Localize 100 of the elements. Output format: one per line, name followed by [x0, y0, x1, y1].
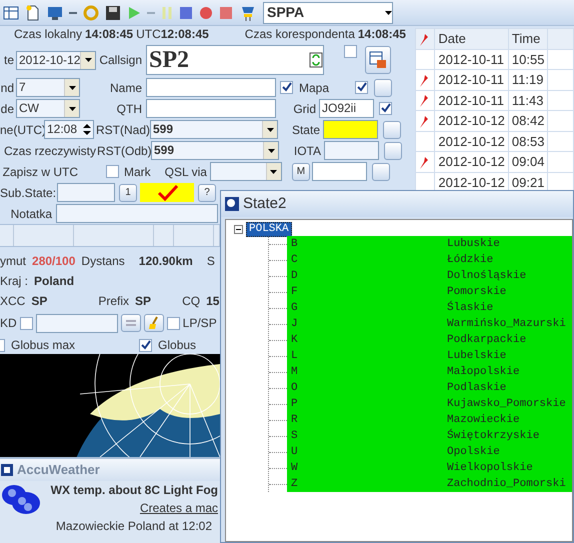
- table-cell: 2012-10-12: [434, 152, 508, 172]
- date-combo[interactable]: 2012-10-12: [16, 50, 96, 70]
- caret-icon: [385, 10, 392, 14]
- profile-combo[interactable]: SPPA: [263, 2, 393, 24]
- tree-item[interactable]: K Podkarpackie: [287, 332, 572, 348]
- checkbox[interactable]: [106, 165, 119, 178]
- tree-item[interactable]: C Łódzkie: [287, 252, 572, 268]
- clock-time: 12:08:45: [160, 26, 209, 43]
- tree-item[interactable]: G Ślaskie: [287, 300, 572, 316]
- more-button[interactable]: [372, 162, 390, 180]
- help-button[interactable]: ?: [198, 184, 216, 202]
- checkbox[interactable]: [344, 45, 357, 58]
- field-label: Prefix: [98, 293, 130, 310]
- field-label: te: [2, 52, 14, 69]
- field-label: XCC: [0, 293, 26, 310]
- mode-combo[interactable]: CW: [16, 99, 80, 118]
- field-label: ymut: [0, 253, 26, 270]
- checkbox[interactable]: [139, 338, 152, 352]
- tree-item[interactable]: J Warmińsko_Mazurski: [287, 316, 572, 332]
- field-label: Dystans: [81, 253, 125, 270]
- caret-icon: [68, 106, 76, 110]
- tree-item[interactable]: M Małopolskie: [287, 364, 572, 380]
- tree-item[interactable]: R Mazowieckie: [287, 412, 572, 428]
- sync-icon[interactable]: [309, 52, 323, 68]
- window-title: State2: [243, 194, 286, 214]
- field-label: Globus max: [11, 337, 76, 354]
- rst-received-combo[interactable]: 599: [151, 141, 279, 160]
- tree-item[interactable]: P Kujawsko_Pomorskie: [287, 396, 572, 412]
- tree-item[interactable]: Z Zachodnio_Pomorski: [287, 476, 572, 492]
- app-icon: [224, 196, 240, 212]
- rst-sent-combo[interactable]: 599: [150, 120, 278, 139]
- table-cell: 11:43: [508, 90, 548, 110]
- tree-item[interactable]: POLSKA: [246, 222, 292, 237]
- clock-time: 14:08:45: [85, 26, 134, 43]
- pin-icon: [419, 156, 429, 170]
- table-icon[interactable]: [3, 4, 19, 20]
- checkbox[interactable]: [379, 102, 392, 115]
- callsign-field[interactable]: SP2: [146, 45, 324, 75]
- table-cell: 08:42: [508, 110, 548, 131]
- link[interactable]: Creates a mac: [140, 499, 218, 517]
- save-log-button[interactable]: [365, 46, 391, 74]
- qsl-via-combo[interactable]: [210, 162, 282, 181]
- field-label: State: [290, 122, 320, 138]
- monitor-icon[interactable]: [47, 4, 63, 20]
- field-label: Mapa: [299, 80, 330, 96]
- tree-item[interactable]: O Podlaskie: [287, 380, 572, 396]
- note-field[interactable]: [56, 204, 218, 223]
- text-field[interactable]: [312, 162, 367, 181]
- column-header[interactable]: Time: [508, 28, 548, 49]
- caret-icon: [270, 170, 278, 174]
- column-header[interactable]: Date: [434, 28, 508, 49]
- text-field[interactable]: [36, 314, 118, 332]
- table-cell: 2012-10-11: [434, 49, 508, 70]
- time-spinner[interactable]: 12:08: [44, 120, 94, 139]
- grid-field[interactable]: JO92ii: [319, 99, 374, 118]
- table-cell: 2012-10-12: [434, 131, 508, 152]
- tree-item[interactable]: F Pomorskie: [287, 284, 572, 300]
- save-icon[interactable]: [105, 4, 121, 20]
- weather-headline: WX temp. about 8C Light Fog: [50, 482, 218, 499]
- play-icon[interactable]: [127, 4, 141, 20]
- checkbox[interactable]: [20, 316, 33, 330]
- tree-item[interactable]: S Świętokrzyskie: [287, 428, 572, 444]
- checkbox[interactable]: [280, 81, 293, 94]
- m-button[interactable]: M: [292, 162, 310, 180]
- number-button[interactable]: 1: [119, 184, 137, 202]
- link-button[interactable]: [120, 314, 141, 332]
- distance-value: 120.90km: [138, 253, 193, 270]
- cq-value: 15: [206, 293, 220, 310]
- tree-item[interactable]: U Opolskie: [287, 444, 572, 460]
- field-label: LP/SP: [182, 315, 217, 332]
- tree-item[interactable]: D Dolnośląskie: [287, 268, 572, 284]
- tree-item[interactable]: W Wielkopolskie: [287, 460, 572, 476]
- refresh-icon[interactable]: [83, 4, 99, 20]
- more-button[interactable]: [374, 78, 392, 96]
- more-button[interactable]: [383, 120, 401, 138]
- checkbox[interactable]: [166, 316, 180, 330]
- more-button[interactable]: [384, 142, 402, 160]
- clear-button[interactable]: [144, 314, 164, 332]
- new-document-icon[interactable]: [25, 4, 41, 20]
- iota-field[interactable]: [324, 141, 379, 160]
- stop-icon[interactable]: [219, 6, 233, 20]
- check-icon: [157, 184, 179, 200]
- prefix-value: SP: [135, 293, 152, 310]
- field-label: Globus: [158, 337, 196, 354]
- tree-item[interactable]: B Lubuskie: [287, 236, 572, 252]
- caret-icon: [68, 86, 76, 90]
- field-label: Mark: [124, 164, 151, 180]
- qth-field[interactable]: [146, 99, 276, 118]
- state-field[interactable]: [323, 120, 378, 139]
- stop-icon[interactable]: [179, 6, 193, 20]
- field-label: Sub.State:: [0, 184, 55, 202]
- pin-icon: [419, 94, 429, 108]
- sub-state-field[interactable]: [57, 183, 115, 202]
- band-combo[interactable]: 7: [16, 78, 80, 97]
- record-icon[interactable]: [199, 6, 213, 20]
- tree-item[interactable]: L Lubelskie: [287, 348, 572, 364]
- checkbox[interactable]: [355, 81, 368, 94]
- field-label: Kraj :: [0, 273, 28, 290]
- name-field[interactable]: [146, 78, 276, 97]
- field-label: CQ: [182, 293, 200, 310]
